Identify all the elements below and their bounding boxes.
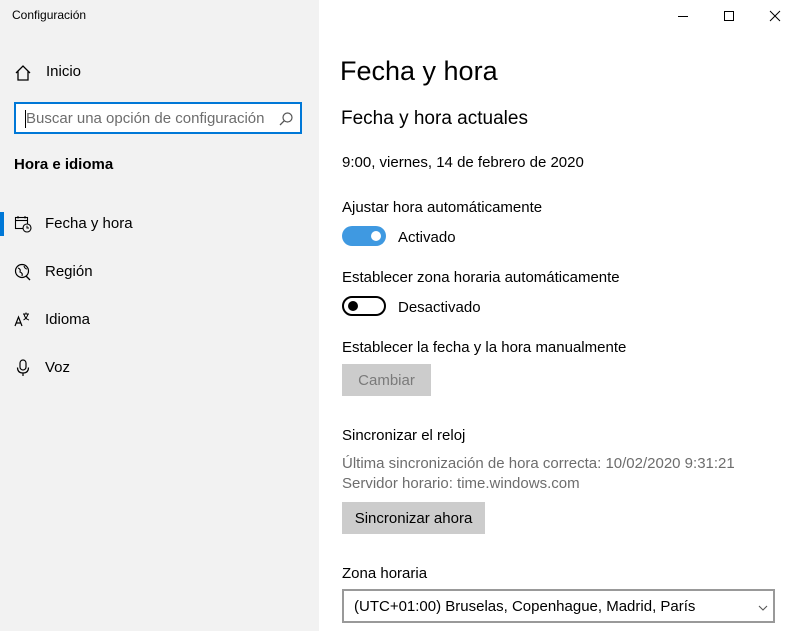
language-icon — [14, 311, 32, 329]
selection-indicator — [0, 212, 4, 236]
current-datetime-heading: Fecha y hora actuales — [341, 108, 528, 129]
page-title: Fecha y hora — [340, 56, 498, 86]
sidebar-item-label: Fecha y hora — [45, 215, 133, 232]
last-sync-text: Última sincronización de hora correcta: … — [342, 455, 735, 472]
sidebar-item-label: Idioma — [45, 311, 91, 328]
sidebar-item-voz[interactable]: Voz — [0, 348, 319, 388]
sidebar-item-label: Región — [45, 263, 93, 280]
home-icon — [14, 64, 32, 82]
auto-timezone-label: Establecer zona horaria automáticamente — [342, 269, 620, 286]
sync-heading: Sincronizar el reloj — [342, 427, 466, 444]
chevron-down-icon — [757, 601, 769, 613]
auto-timezone-state: Desactivado — [398, 299, 481, 316]
timezone-label: Zona horaria — [342, 565, 428, 582]
sidebar-item-fecha-y-hora[interactable]: Fecha y hora — [0, 204, 319, 244]
minimize-icon — [678, 16, 688, 17]
maximize-icon — [724, 11, 734, 21]
maximize-button[interactable] — [706, 0, 752, 32]
globe-icon — [14, 263, 32, 281]
window-title: Configuración — [12, 8, 87, 22]
microphone-icon — [14, 359, 32, 377]
calendar-clock-icon — [14, 215, 32, 233]
search-box[interactable] — [14, 102, 302, 134]
sidebar: Configuración Inicio Hora e idioma Fecha… — [0, 0, 319, 631]
minimize-button[interactable] — [660, 0, 706, 32]
close-button[interactable] — [752, 0, 798, 32]
current-datetime: 9:00, viernes, 14 de febrero de 2020 — [342, 154, 584, 171]
search-input[interactable] — [26, 108, 270, 128]
auto-time-toggle[interactable] — [342, 226, 386, 246]
auto-time-state: Activado — [398, 229, 456, 246]
close-icon — [769, 10, 781, 22]
auto-timezone-toggle[interactable] — [342, 296, 386, 316]
timezone-select[interactable]: (UTC+01:00) Bruselas, Copenhague, Madrid… — [342, 589, 775, 623]
sidebar-item-home[interactable]: Inicio — [0, 52, 319, 92]
sidebar-item-label: Voz — [45, 359, 71, 376]
toggle-knob — [348, 301, 358, 311]
sidebar-item-label: Inicio — [46, 63, 82, 80]
sidebar-item-idioma[interactable]: Idioma — [0, 300, 319, 340]
change-button[interactable]: Cambiar — [342, 364, 431, 396]
sync-now-button[interactable]: Sincronizar ahora — [342, 502, 485, 534]
time-server-text: Servidor horario: time.windows.com — [342, 475, 580, 492]
toggle-knob — [371, 231, 381, 241]
manual-datetime-label: Establecer la fecha y la hora manualment… — [342, 339, 627, 356]
section-title: Hora e idioma — [14, 156, 114, 173]
timezone-value: (UTC+01:00) Bruselas, Copenhague, Madrid… — [354, 598, 696, 615]
auto-time-label: Ajustar hora automáticamente — [342, 199, 543, 216]
sidebar-item-region[interactable]: Región — [0, 252, 319, 292]
search-icon[interactable] — [278, 111, 294, 127]
